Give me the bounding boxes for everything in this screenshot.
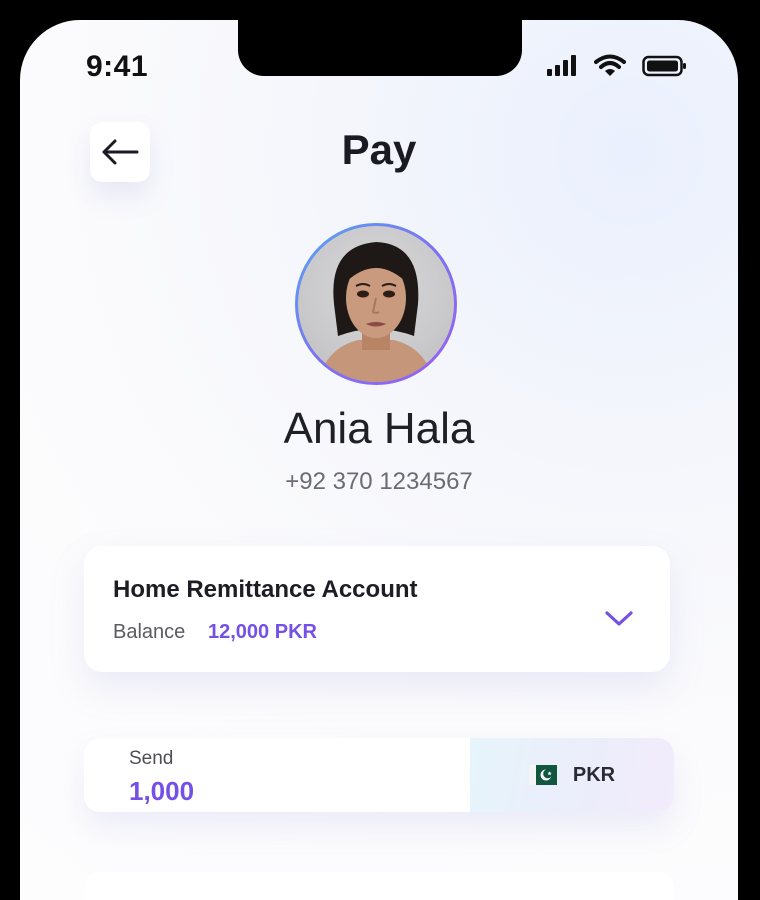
account-selector[interactable]: Home Remittance Account Balance 12,000 P… bbox=[84, 546, 670, 672]
cellular-signal-icon bbox=[547, 55, 576, 76]
currency-selector[interactable]: PKR bbox=[470, 738, 674, 812]
page-title: Pay bbox=[341, 126, 417, 173]
send-label: Send bbox=[129, 748, 174, 769]
avatar-photo bbox=[298, 226, 454, 382]
next-card bbox=[84, 872, 674, 900]
wifi-icon bbox=[594, 54, 626, 76]
contact-phone: +92 370 1234567 bbox=[285, 468, 473, 495]
device-notch bbox=[238, 20, 522, 76]
chevron-down-icon[interactable] bbox=[604, 610, 634, 633]
person-portrait-icon bbox=[318, 242, 434, 382]
send-amount-field[interactable]: Send 1,000 PKR bbox=[84, 738, 674, 812]
pakistan-flag-icon bbox=[528, 765, 557, 785]
send-amount-input[interactable]: 1,000 bbox=[129, 776, 194, 807]
contact-name: Ania Hala bbox=[283, 404, 475, 453]
avatar bbox=[295, 223, 457, 385]
account-title: Home Remittance Account bbox=[113, 576, 418, 603]
app-screen: 9:41 Pay Ania Hala +92 370 1234567 Home … bbox=[20, 20, 738, 900]
balance-label: Balance bbox=[113, 621, 186, 643]
status-time: 9:41 bbox=[86, 50, 149, 83]
balance-value: 12,000 PKR bbox=[208, 621, 317, 643]
battery-icon bbox=[642, 55, 686, 77]
currency-code: PKR bbox=[572, 763, 616, 786]
